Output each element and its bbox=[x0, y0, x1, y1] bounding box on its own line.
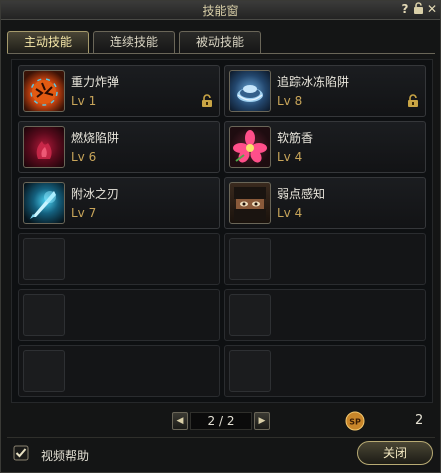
help-icon[interactable]: ? bbox=[398, 2, 412, 16]
skill-name: 附冰之刃 bbox=[71, 187, 120, 201]
sp-coin-icon: SP bbox=[345, 411, 365, 431]
tab-combo-skills[interactable]: 连续技能 bbox=[93, 31, 175, 53]
empty-icon-frame bbox=[229, 238, 271, 280]
skill-name: 追踪冰冻陷阱 bbox=[277, 75, 350, 89]
skill-level: Lv 4 bbox=[277, 150, 303, 164]
gravity-bomb-icon[interactable] bbox=[23, 70, 65, 112]
sp-label: SP bbox=[349, 418, 361, 427]
skill-slot-gravity-bomb[interactable]: 重力炸弹 Lv 1 bbox=[18, 65, 220, 117]
window-title: 技能窗 bbox=[202, 4, 239, 18]
video-help-label[interactable]: 视频帮助 bbox=[41, 447, 89, 464]
next-page-button[interactable]: ▶ bbox=[254, 412, 270, 430]
ice-blade-icon[interactable] bbox=[23, 182, 65, 224]
empty-icon-frame bbox=[23, 294, 65, 336]
skill-name: 重力炸弹 bbox=[71, 75, 120, 89]
skill-name: 弱点感知 bbox=[277, 187, 326, 201]
frost-trap-icon[interactable] bbox=[229, 70, 271, 112]
skill-level: Lv 4 bbox=[277, 206, 303, 220]
empty-skill-slot bbox=[224, 233, 426, 285]
empty-skill-slot bbox=[18, 289, 220, 341]
skill-level: Lv 6 bbox=[71, 150, 97, 164]
empty-icon-frame bbox=[229, 350, 271, 392]
weakness-sense-icon[interactable] bbox=[229, 182, 271, 224]
skill-level: Lv 1 bbox=[71, 94, 97, 108]
page-navigator: ◀ 2 / 2 ▶ bbox=[172, 412, 270, 430]
close-button[interactable]: 关闭 bbox=[357, 441, 433, 465]
lock-icon bbox=[408, 94, 418, 107]
skill-slot-frost-trap[interactable]: 追踪冰冻陷阱 Lv 8 bbox=[224, 65, 426, 117]
lock-window-icon[interactable] bbox=[411, 2, 425, 16]
burning-trap-icon[interactable] bbox=[23, 126, 65, 168]
tab-divider bbox=[7, 53, 435, 54]
tab-passive-skills[interactable]: 被动技能 bbox=[179, 31, 261, 53]
empty-skill-slot bbox=[224, 289, 426, 341]
empty-icon-frame bbox=[23, 238, 65, 280]
page-indicator: 2 / 2 bbox=[190, 412, 252, 430]
sp-value: 2 bbox=[415, 413, 424, 428]
close-icon[interactable]: ✕ bbox=[425, 2, 439, 16]
skill-name: 燃烧陷阱 bbox=[71, 131, 120, 145]
skill-slot-burning-trap[interactable]: 燃烧陷阱 Lv 6 bbox=[18, 121, 220, 173]
skill-level: Lv 8 bbox=[277, 94, 303, 108]
empty-icon-frame bbox=[229, 294, 271, 336]
skill-level: Lv 7 bbox=[71, 206, 97, 220]
footer-divider bbox=[7, 437, 435, 438]
skill-grid: 重力炸弹 Lv 1 追踪冰冻陷阱 Lv 8 燃烧陷阱 Lv 6 软筋香 Lv 4 bbox=[11, 59, 433, 403]
empty-skill-slot bbox=[18, 233, 220, 285]
empty-icon-frame bbox=[23, 350, 65, 392]
video-help-checkbox[interactable] bbox=[13, 445, 29, 461]
skill-slot-ice-blade[interactable]: 附冰之刃 Lv 7 bbox=[18, 177, 220, 229]
empty-skill-slot bbox=[224, 345, 426, 397]
lock-icon bbox=[202, 94, 212, 107]
prev-page-button[interactable]: ◀ bbox=[172, 412, 188, 430]
tab-active-skills[interactable]: 主动技能 bbox=[7, 31, 89, 53]
title-bar[interactable]: 技能窗 ? ✕ bbox=[1, 1, 440, 20]
skill-slot-soft-incense[interactable]: 软筋香 Lv 4 bbox=[224, 121, 426, 173]
soft-incense-icon[interactable] bbox=[229, 126, 271, 168]
skill-slot-weakness-sense[interactable]: 弱点感知 Lv 4 bbox=[224, 177, 426, 229]
skill-name: 软筋香 bbox=[277, 131, 314, 145]
empty-skill-slot bbox=[18, 345, 220, 397]
skill-window: 技能窗 ? ✕ 主动技能 连续技能 被动技能 重力炸弹 Lv 1 追踪冰冻陷阱 … bbox=[0, 0, 441, 473]
